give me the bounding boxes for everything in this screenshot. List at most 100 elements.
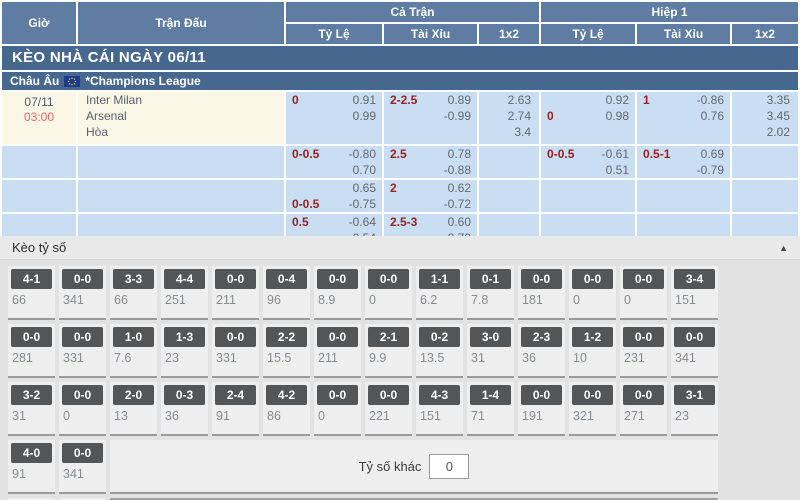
date-banner: KÈO NHÀ CÁI NGÀY 06/11 xyxy=(2,46,798,70)
match-teams-cell[interactable]: Inter MilanArsenalHòa xyxy=(78,92,284,144)
odds-cell-ft-handicap[interactable]: 0-0.5-0.800.70 xyxy=(286,146,382,178)
odds-cell-h1-overunder[interactable]: 1-0.860.76 xyxy=(637,92,730,144)
odds-value: -0.72 xyxy=(444,197,471,212)
other-score-input[interactable] xyxy=(429,454,469,479)
score-odds-cell[interactable]: 0-0341 xyxy=(59,266,106,320)
score-odds-cell[interactable]: 0-08.9 xyxy=(314,266,361,320)
score-odds-cell[interactable]: 0-496 xyxy=(263,266,310,320)
score-chip: 4-1 xyxy=(11,269,52,289)
score-odds-cell[interactable]: 0-0321 xyxy=(569,382,616,436)
odds-line: 1-0.86 xyxy=(637,92,730,108)
score-odds-cell[interactable]: 2-19.9 xyxy=(365,324,412,378)
odds-value: -0.61 xyxy=(602,147,629,162)
score-odds-cell[interactable]: 0-00 xyxy=(620,266,667,320)
score-odds-cell[interactable]: 0-0181 xyxy=(518,266,565,320)
odds-cell-ft-overunder[interactable]: 2-2.50.89-0.99 xyxy=(384,92,477,144)
score-odds-cell[interactable]: 3-123 xyxy=(671,382,718,436)
score-odds-cell[interactable]: 4-4251 xyxy=(161,266,208,320)
score-odds-cell[interactable]: 2-215.5 xyxy=(263,324,310,378)
handicap-label: 2 xyxy=(390,181,397,196)
match-time-cell xyxy=(2,180,76,212)
odds-cell-ft-handicap[interactable]: 00.910.99 xyxy=(286,92,382,144)
score-odds-cell[interactable]: 1-210 xyxy=(569,324,616,378)
score-chip: 3-3 xyxy=(113,269,154,289)
score-odds-value: 23 xyxy=(161,347,208,366)
odds-cell-ft-handicap[interactable]: 0.650-0.5-0.75 xyxy=(286,180,382,212)
score-odds-cell[interactable]: 3-031 xyxy=(467,324,514,378)
score-chip: 0-0 xyxy=(62,385,103,405)
score-odds-cell[interactable]: 0-0341 xyxy=(59,440,106,494)
odds-cell-h1-handicap[interactable]: 0.9200.98 xyxy=(541,92,635,144)
handicap-label: 0-0.5 xyxy=(292,197,319,212)
score-odds-cell[interactable]: 0-0211 xyxy=(314,324,361,378)
score-odds-cell[interactable]: 0-0211 xyxy=(212,266,259,320)
match-time-cell: 07/1103:00 xyxy=(2,92,76,144)
league-banner[interactable]: Châu Âu *Champions League xyxy=(2,72,798,90)
score-chip: 0-0 xyxy=(62,443,103,463)
score-odds-cell[interactable]: 0-00 xyxy=(569,266,616,320)
score-odds-cell[interactable]: 0-0221 xyxy=(365,382,412,436)
odds-cell-h1-overunder[interactable]: 0.5-10.69-0.79 xyxy=(637,146,730,178)
score-odds-cell[interactable]: 2-491 xyxy=(212,382,259,436)
score-odds-cell[interactable]: 1-323 xyxy=(161,324,208,378)
score-odds-value: 341 xyxy=(59,289,106,308)
score-odds-value: 271 xyxy=(620,405,667,424)
collapse-icon[interactable]: ▲ xyxy=(779,243,788,253)
score-odds-cell[interactable]: 3-366 xyxy=(110,266,157,320)
odds-cell-ft-1x2[interactable]: 2.632.743.4 xyxy=(479,92,539,144)
column-header-h1-overunder: Tài Xỉu xyxy=(637,24,730,44)
score-odds-cell[interactable]: 0-213.5 xyxy=(416,324,463,378)
score-odds-cell[interactable]: 0-17.8 xyxy=(467,266,514,320)
score-odds-cell[interactable]: 4-3151 xyxy=(416,382,463,436)
score-odds-cell[interactable]: 3-4151 xyxy=(671,266,718,320)
odds-value: 0.78 xyxy=(448,147,471,162)
odds-line: 00.91 xyxy=(286,92,382,108)
betting-odds-page: Giờ Trận Đấu Cả Trận Hiệp 1 Tỷ Lệ Tài Xỉ… xyxy=(0,0,800,500)
odds-line: 0.70 xyxy=(286,162,382,178)
score-odds-cell[interactable]: 2-013 xyxy=(110,382,157,436)
match-teams-cell xyxy=(78,180,284,212)
score-odds-cell[interactable]: 4-091 xyxy=(8,440,55,494)
score-odds-cell[interactable]: 0-00 xyxy=(59,382,106,436)
score-odds-cell[interactable]: 0-0191 xyxy=(518,382,565,436)
score-odds-cell[interactable]: 4-166 xyxy=(8,266,55,320)
odds-cell-h1-handicap[interactable]: 0-0.5-0.610.51 xyxy=(541,146,635,178)
odds-cell-h1-1x2[interactable]: 3.353.452.02 xyxy=(732,92,798,144)
odds-value: 2.63 xyxy=(479,92,539,108)
handicap-label: 2.5 xyxy=(390,147,407,162)
team-name[interactable]: Arsenal xyxy=(78,108,284,124)
score-odds-cell[interactable]: 1-07.6 xyxy=(110,324,157,378)
odds-line: 0.92 xyxy=(541,92,635,108)
score-chip: 4-4 xyxy=(164,269,205,289)
score-odds-cell[interactable]: 0-00 xyxy=(314,382,361,436)
score-odds-cell[interactable]: 0-0271 xyxy=(620,382,667,436)
score-chip: 1-0 xyxy=(113,327,154,347)
score-chip: 0-4 xyxy=(266,269,307,289)
correct-score-header: Kèo tỷ số ▲ xyxy=(0,236,800,260)
score-chip: 0-0 xyxy=(317,327,358,347)
score-odds-cell[interactable]: 0-336 xyxy=(161,382,208,436)
team-name[interactable]: Inter Milan xyxy=(78,92,284,108)
score-odds-value: 6.2 xyxy=(416,289,463,308)
score-chip: 0-0 xyxy=(623,327,664,347)
score-odds-cell[interactable]: 3-231 xyxy=(8,382,55,436)
team-name[interactable]: Hòa xyxy=(78,124,284,140)
score-odds-cell[interactable]: 1-471 xyxy=(467,382,514,436)
score-chip: 2-0 xyxy=(113,385,154,405)
score-odds-cell[interactable]: 2-336 xyxy=(518,324,565,378)
score-odds-cell[interactable]: 0-0231 xyxy=(620,324,667,378)
odds-value: 3.35 xyxy=(732,92,798,108)
score-odds-cell[interactable]: 0-0331 xyxy=(59,324,106,378)
score-odds-cell[interactable]: 4-286 xyxy=(263,382,310,436)
score-odds-cell[interactable]: 1-16.2 xyxy=(416,266,463,320)
score-odds-cell[interactable]: 0-0341 xyxy=(671,324,718,378)
score-odds-cell[interactable]: 0-00 xyxy=(365,266,412,320)
odds-line: -0.72 xyxy=(384,196,477,212)
odds-cell-ft-overunder[interactable]: 20.62-0.72 xyxy=(384,180,477,212)
score-chip: 0-0 xyxy=(368,385,409,405)
score-odds-cell[interactable]: 0-0331 xyxy=(212,324,259,378)
score-odds-value: 0 xyxy=(59,405,106,424)
score-odds-cell[interactable]: 0-0281 xyxy=(8,324,55,378)
odds-cell-ft-overunder[interactable]: 2.50.78-0.88 xyxy=(384,146,477,178)
score-odds-value: 96 xyxy=(263,289,310,308)
